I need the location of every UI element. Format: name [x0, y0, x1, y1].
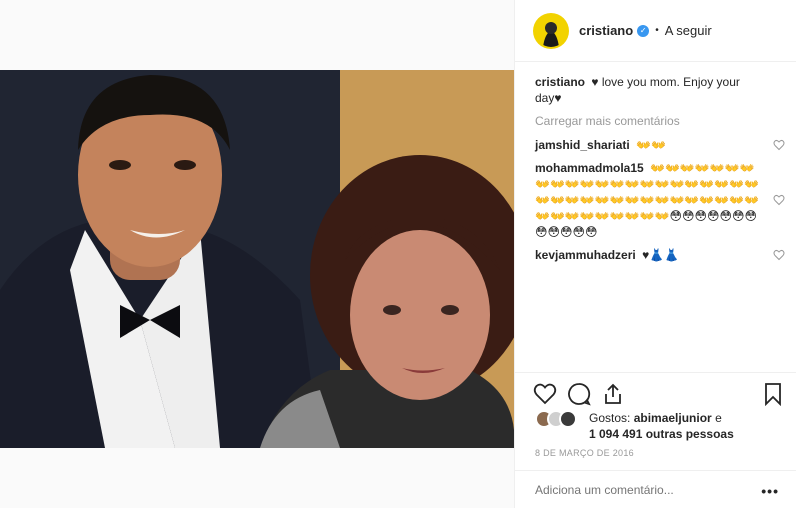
comment-item: jamshid_shariati 👐👐	[535, 137, 785, 153]
comment-username[interactable]: jamshid_shariati	[535, 138, 630, 152]
comment-input[interactable]	[535, 482, 745, 497]
actions-bar	[515, 372, 796, 412]
following-button[interactable]: A seguir	[665, 23, 712, 38]
comments-list: cristiano ♥ love you mom. Enjoy your day…	[535, 74, 785, 270]
side-pane: cristiano ✓ • A seguir cristiano ♥ love …	[514, 0, 796, 508]
more-options-button[interactable]: •••	[761, 483, 779, 499]
heart-icon[interactable]	[533, 382, 557, 406]
separator-dot: •	[655, 25, 659, 36]
likes-text[interactable]: Gostos: abimaeljunior e 1 094 491 outras…	[589, 410, 734, 442]
verified-icon: ✓	[637, 24, 650, 37]
liker-avatars	[535, 410, 583, 430]
add-comment-bar: •••	[515, 470, 796, 508]
comment-username[interactable]: cristiano	[535, 75, 585, 89]
likes-summary: Gostos: abimaeljunior e 1 094 491 outras…	[535, 410, 785, 442]
like-comment-heart-icon[interactable]	[773, 139, 785, 151]
comment-item: kevjammuhadzeri ♥👗👗	[535, 247, 785, 263]
caption: cristiano ♥ love you mom. Enjoy your day…	[535, 74, 785, 106]
post-header: cristiano ✓ • A seguir	[515, 0, 796, 62]
likes-others[interactable]: 1 094 491 outras pessoas	[589, 427, 734, 441]
likes-connector: e	[715, 411, 722, 425]
post-date[interactable]: 8 DE MARÇO DE 2016	[535, 448, 634, 458]
likes-prefix: Gostos:	[589, 411, 631, 425]
post-username[interactable]: cristiano	[579, 23, 633, 38]
comment-username[interactable]: mohammadmola15	[535, 161, 644, 175]
likes-first-user[interactable]: abimaeljunior	[634, 411, 712, 425]
avatar	[559, 410, 577, 428]
bookmark-icon[interactable]	[761, 382, 785, 406]
avatar[interactable]	[533, 12, 569, 49]
share-icon[interactable]	[601, 382, 625, 406]
post-photo[interactable]	[0, 70, 514, 448]
comment-icon[interactable]	[567, 382, 591, 406]
avatar-image	[535, 14, 567, 47]
like-comment-heart-icon[interactable]	[773, 194, 785, 206]
comment-item: mohammadmola15 👐👐👐👐👐👐👐👐👐👐👐👐👐👐👐👐👐👐👐👐👐👐👐👐👐…	[535, 160, 785, 240]
media-pane	[0, 0, 514, 508]
comment-text: 👐👐	[636, 138, 666, 152]
like-comment-heart-icon[interactable]	[773, 249, 785, 261]
comment-text: ♥👗👗	[642, 248, 680, 262]
comment-username[interactable]: kevjammuhadzeri	[535, 248, 636, 262]
load-more-comments-button[interactable]: Carregar mais comentários	[535, 113, 785, 129]
